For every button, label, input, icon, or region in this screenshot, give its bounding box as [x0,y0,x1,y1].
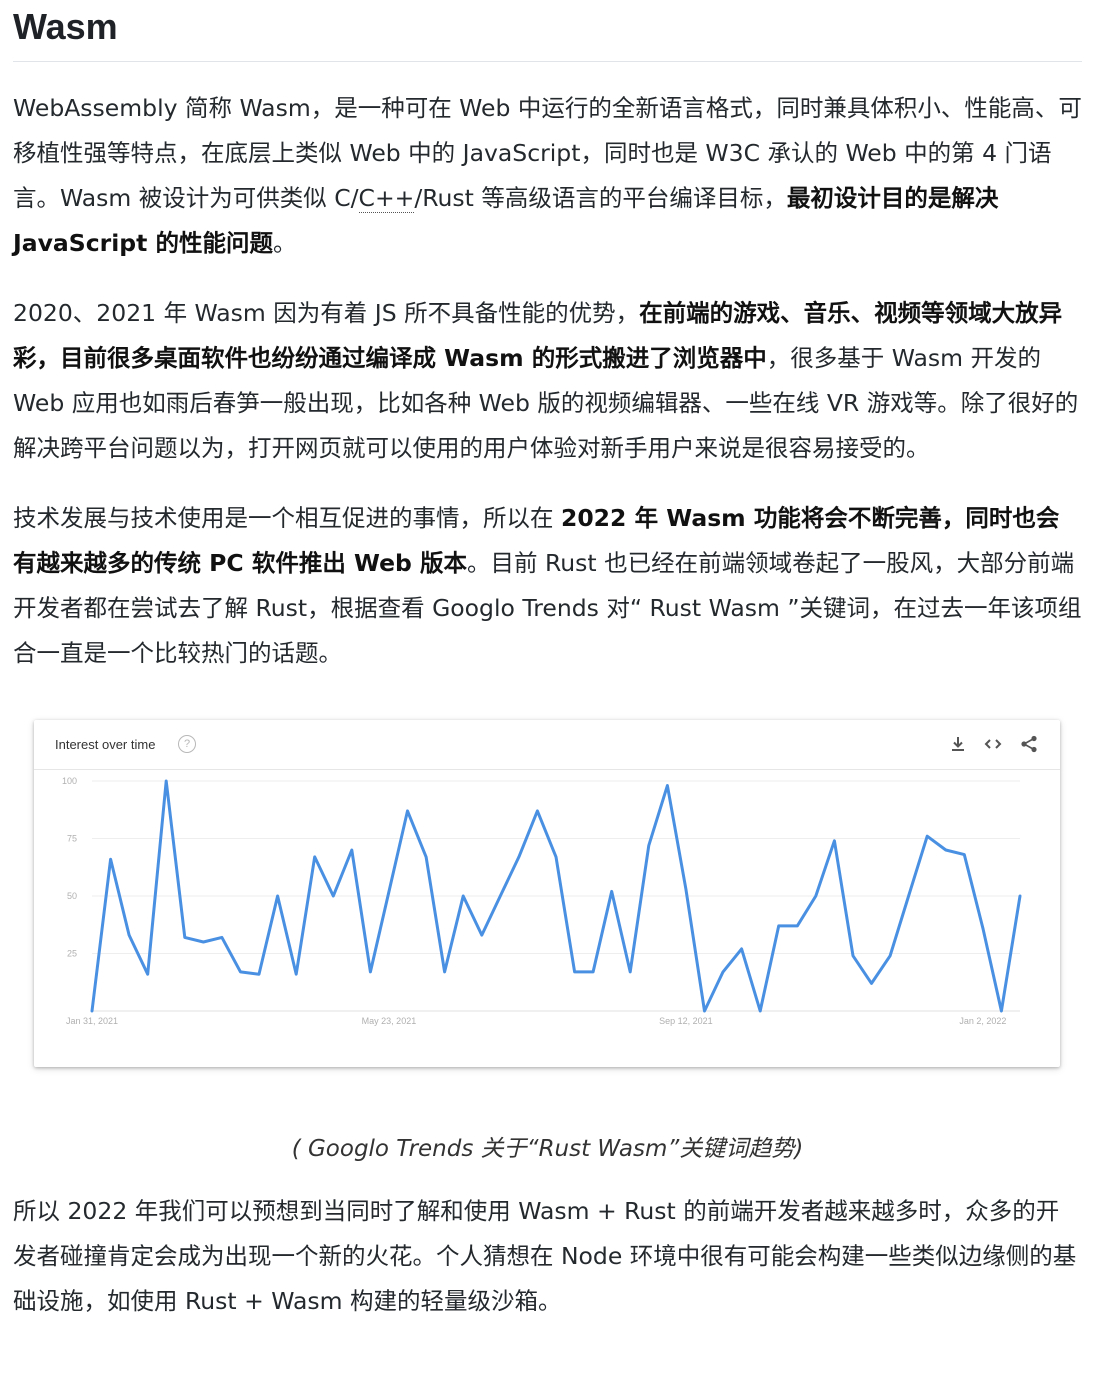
data-point [999,1009,1003,1013]
data-point [573,970,577,974]
download-icon[interactable] [948,734,968,754]
x-tick-label: Jan 31, 2021 [66,1016,118,1026]
data-point [907,894,911,898]
widget-title: Interest over time [55,737,156,752]
data-point [201,940,205,944]
data-point [294,972,298,976]
data-point [443,970,447,974]
data-point [777,924,781,928]
data-point [480,933,484,937]
data-point [795,924,799,928]
data-point [814,894,818,898]
article: Wasm WebAssembly 简称 Wasm，是一种可在 Web 中运行的全… [0,0,1096,1324]
data-point [740,947,744,951]
data-point [220,935,224,939]
x-tick-label: May 23, 2021 [362,1016,417,1026]
data-point [313,855,317,859]
paragraph-intro-text-2: /Rust 等高级语言的平台编译目标， [414,184,787,212]
data-point [146,972,150,976]
data-point [461,894,465,898]
section-heading: Wasm [13,6,118,47]
figure-caption: ( Googlo Trends 关于“Rust Wasm”关键词趋势) [291,1136,804,1162]
y-tick-label: 100 [62,776,77,786]
data-point [758,1009,762,1013]
data-point [962,853,966,857]
cpp-abbreviation[interactable]: C++ [358,184,415,213]
share-icon[interactable] [1019,734,1039,754]
data-point [684,887,688,891]
data-point [517,855,521,859]
data-point [610,889,614,893]
data-point [350,848,354,852]
paragraph-intro: WebAssembly 简称 Wasm，是一种可在 Web 中运行的全新语言格式… [13,86,1082,266]
y-tick-label: 50 [67,891,77,901]
trends-widget: Interest over time ? 25 50 75 100 Jan 31, 20… [34,720,1060,1067]
help-icon[interactable]: ? [178,735,196,753]
paragraph-intro-text-3: 。 [273,229,297,257]
paragraph-history: 2020、2021 年 Wasm 因为有着 JS 所不具备性能的优势，在前端的游… [13,291,1082,471]
heading-divider [13,61,1082,62]
data-point [535,809,539,813]
x-tick-label: Sep 12, 2021 [659,1016,713,1026]
paragraph-history-text-1: 2020、2021 年 Wasm 因为有着 JS 所不具备性能的优势， [13,299,640,327]
paragraph-outlook: 所以 2022 年我们可以预想到当同时了解和使用 Wasm + Rust 的前端… [13,1197,1077,1315]
paragraph-trend-text-1: 技术发展与技术使用是一个相互促进的事情，所以在 [13,504,561,532]
data-point [368,970,372,974]
data-point [851,954,855,958]
data-point [109,857,113,861]
data-point [591,970,595,974]
interest-line-chart: 25 50 75 100 Jan 31, 2021 May 23, 2021 Sep 12,… [62,776,1022,1026]
data-point [387,889,391,893]
data-point [238,970,242,974]
data-point [832,839,836,843]
data-point [127,933,131,937]
data-point [424,855,428,859]
x-tick-label: Jan 2, 2022 [959,1016,1006,1026]
data-point [944,848,948,852]
data-point [406,809,410,813]
data-point [1018,894,1022,898]
data-point [276,894,280,898]
data-point [870,981,874,985]
data-point [888,954,892,958]
data-point [554,855,558,859]
data-point [498,894,502,898]
data-point [665,784,669,788]
widget-header: Interest over time ? [34,720,1060,770]
data-point [981,926,985,930]
data-point [702,1009,706,1013]
data-point [331,894,335,898]
data-point [183,935,187,939]
data-point [90,1009,94,1013]
embed-code-icon[interactable] [983,734,1003,754]
data-point [721,970,725,974]
y-tick-label: 75 [67,834,77,844]
paragraph-trend: 技术发展与技术使用是一个相互促进的事情，所以在 2022 年 Wasm 功能将会… [13,496,1082,676]
data-point [164,779,168,783]
data-point [628,970,632,974]
y-tick-label: 25 [67,949,77,959]
data-point [647,843,651,847]
data-point [925,834,929,838]
trends-figure: Interest over time ? 25 50 75 100 Jan 31, 20… [13,720,1082,1067]
data-point [257,972,261,976]
